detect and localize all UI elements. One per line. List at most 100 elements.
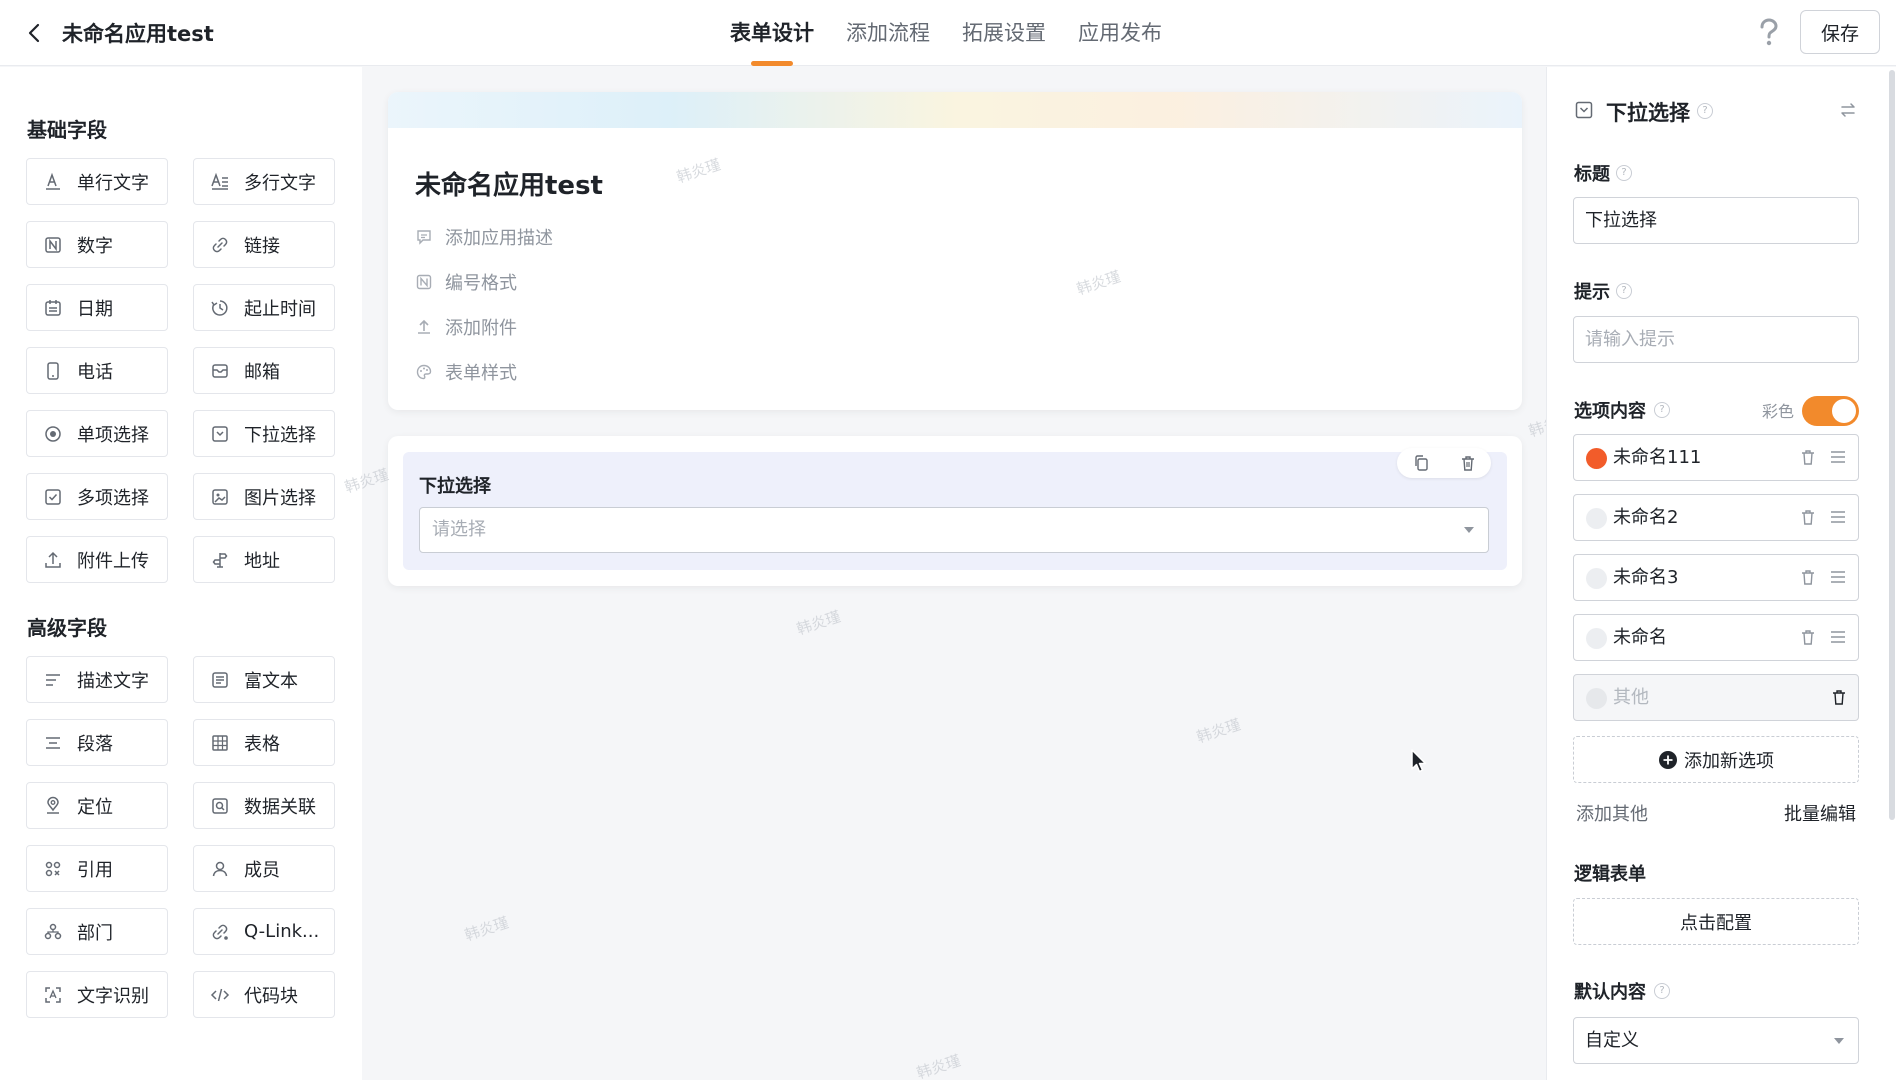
- field-reference[interactable]: 引用: [26, 845, 168, 892]
- hint-input[interactable]: 请输入提示: [1573, 316, 1859, 363]
- calendar-icon: [45, 299, 61, 316]
- field-checkbox[interactable]: 多项选择: [26, 473, 168, 520]
- add-attachment-action[interactable]: 添加附件: [415, 314, 517, 340]
- qlink-icon: [212, 924, 228, 940]
- member-icon: [212, 861, 228, 876]
- checkbox-icon: [45, 488, 61, 505]
- option-label[interactable]: 未命名3: [1613, 555, 1678, 600]
- field-mail[interactable]: 邮箱: [193, 347, 335, 394]
- form-fields-card: 下拉选择 请选择: [388, 436, 1522, 586]
- dropdown-field-selected[interactable]: 下拉选择 请选择: [403, 448, 1507, 570]
- single-line-text-icon: [46, 172, 60, 190]
- option-label[interactable]: 未命名111: [1613, 435, 1701, 480]
- field-multi-line-text[interactable]: 多行文字: [193, 158, 335, 205]
- help-circle-icon[interactable]: ?: [1697, 103, 1713, 119]
- option-row[interactable]: 未命名: [1573, 614, 1859, 661]
- option-color-dot[interactable]: [1586, 628, 1607, 649]
- number-format-icon: [416, 274, 432, 290]
- dropdown-select[interactable]: 请选择: [419, 507, 1489, 553]
- field-rich-text[interactable]: 富文本: [193, 656, 335, 703]
- form-header-card[interactable]: 未命名应用test 添加应用描述 编号格式 添加附件 表单样式: [388, 92, 1522, 410]
- paragraph-icon: [46, 736, 60, 749]
- tab-add-flow[interactable]: 添加流程: [846, 0, 930, 66]
- switch-icon[interactable]: [1838, 100, 1858, 120]
- help-circle-icon[interactable]: ?: [1654, 983, 1670, 999]
- title-input[interactable]: 下拉选择: [1573, 197, 1859, 244]
- description-icon: [46, 673, 60, 686]
- field-description[interactable]: 描述文字: [26, 656, 168, 703]
- field-code-block[interactable]: 代码块: [193, 971, 335, 1018]
- trash-icon[interactable]: [1799, 448, 1817, 466]
- other-option-row[interactable]: 其他: [1573, 674, 1859, 721]
- field-member[interactable]: 成员: [193, 845, 335, 892]
- option-color-dot[interactable]: [1586, 568, 1607, 589]
- attachment-icon: [418, 319, 430, 334]
- color-toggle[interactable]: [1802, 396, 1859, 426]
- field-paragraph[interactable]: 段落: [26, 719, 168, 766]
- trash-icon[interactable]: [1799, 568, 1817, 586]
- back-icon[interactable]: [22, 20, 48, 46]
- field-address[interactable]: 地址: [193, 536, 335, 583]
- tab-app-publish[interactable]: 应用发布: [1078, 0, 1162, 66]
- option-row[interactable]: 未命名3: [1573, 554, 1859, 601]
- help-icon[interactable]: [1752, 16, 1784, 48]
- field-location[interactable]: 定位: [26, 782, 168, 829]
- option-color-dot[interactable]: [1586, 448, 1607, 469]
- basic-fields-title: 基础字段: [27, 118, 107, 142]
- option-row[interactable]: 未命名111: [1573, 434, 1859, 481]
- field-ocr[interactable]: 文字识别: [26, 971, 168, 1018]
- title-label: 标题: [1574, 164, 1610, 185]
- field-radio[interactable]: 单项选择: [26, 410, 168, 457]
- field-date[interactable]: 日期: [26, 284, 168, 331]
- field-time-range[interactable]: 起止时间: [193, 284, 335, 331]
- add-other-link[interactable]: 添加其他: [1576, 800, 1648, 826]
- field-number[interactable]: 数字: [26, 221, 168, 268]
- form-style-action[interactable]: 表单样式: [415, 359, 517, 385]
- copy-icon[interactable]: [1412, 454, 1430, 472]
- add-option-button[interactable]: 添加新选项: [1573, 736, 1859, 783]
- tab-form-design[interactable]: 表单设计: [730, 0, 814, 66]
- field-data-link[interactable]: 数据关联: [193, 782, 335, 829]
- help-circle-icon[interactable]: ?: [1616, 283, 1632, 299]
- configure-logic-button[interactable]: 点击配置: [1573, 898, 1859, 945]
- field-qlink[interactable]: Q-Link...: [193, 908, 335, 955]
- drag-handle-icon[interactable]: [1829, 508, 1847, 526]
- add-description-action[interactable]: 添加应用描述: [415, 224, 553, 250]
- field-phone[interactable]: 电话: [26, 347, 168, 394]
- field-attachment-upload[interactable]: 附件上传: [26, 536, 168, 583]
- form-title[interactable]: 未命名应用test: [415, 165, 603, 202]
- palette-icon: [416, 364, 432, 380]
- trash-icon[interactable]: [1799, 628, 1817, 646]
- save-button[interactable]: 保存: [1800, 10, 1880, 54]
- trash-icon[interactable]: [1799, 508, 1817, 526]
- multi-line-text-icon: [211, 172, 228, 190]
- trash-icon[interactable]: [1830, 688, 1848, 706]
- dropdown-icon: [212, 425, 228, 442]
- option-color-dot: [1586, 688, 1607, 709]
- delete-icon[interactable]: [1459, 454, 1477, 472]
- field-table[interactable]: 表格: [193, 719, 335, 766]
- option-label[interactable]: 未命名2: [1613, 495, 1678, 540]
- number-format-action[interactable]: 编号格式: [415, 269, 517, 295]
- help-circle-icon[interactable]: ?: [1654, 402, 1670, 418]
- default-content-select[interactable]: 自定义: [1573, 1017, 1859, 1064]
- code-icon: [210, 988, 230, 1001]
- field-link[interactable]: 链接: [193, 221, 335, 268]
- caret-down-icon: [1464, 527, 1474, 533]
- drag-handle-icon[interactable]: [1829, 628, 1847, 646]
- option-label[interactable]: 未命名: [1613, 615, 1667, 660]
- field-single-line-text[interactable]: 单行文字: [26, 158, 168, 205]
- field-image-select[interactable]: 图片选择: [193, 473, 335, 520]
- tab-extension-settings[interactable]: 拓展设置: [962, 0, 1046, 66]
- batch-edit-link[interactable]: 批量编辑: [1784, 800, 1856, 826]
- option-row[interactable]: 未命名2: [1573, 494, 1859, 541]
- drag-handle-icon[interactable]: [1829, 448, 1847, 466]
- field-department[interactable]: 部门: [26, 908, 168, 955]
- help-circle-icon[interactable]: ?: [1616, 165, 1632, 181]
- reference-icon: [45, 861, 61, 876]
- option-color-dot[interactable]: [1586, 508, 1607, 529]
- properties-title: 下拉选择: [1606, 101, 1690, 125]
- field-dropdown[interactable]: 下拉选择: [193, 410, 335, 457]
- drag-handle-icon[interactable]: [1829, 568, 1847, 586]
- panel-scrollbar[interactable]: [1889, 70, 1895, 820]
